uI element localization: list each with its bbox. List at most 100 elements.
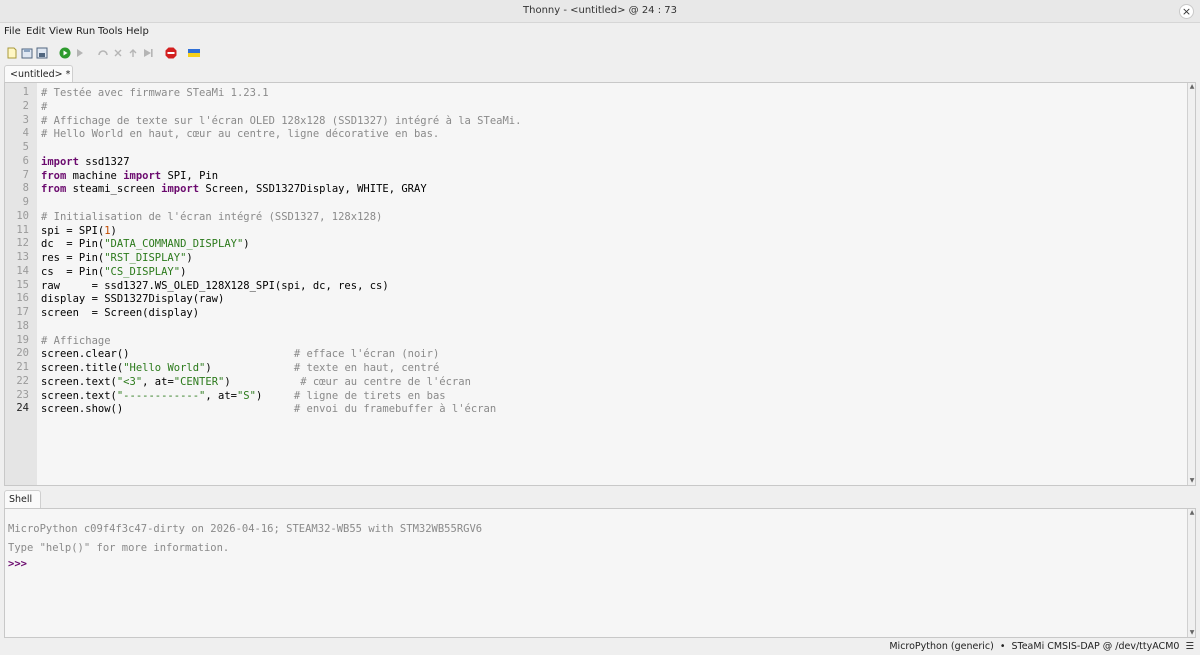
code-keyword: from bbox=[41, 169, 67, 182]
line-number: 8 bbox=[22, 182, 29, 195]
code-text: machine bbox=[66, 169, 124, 182]
code-line[interactable]: raw = ssd1327.WS_OLED_128X128_SPI(spi, d… bbox=[41, 279, 389, 293]
line-number: 22 bbox=[16, 374, 29, 387]
scroll-up-arrow-icon[interactable]: ▲ bbox=[1188, 83, 1195, 91]
code-line[interactable]: display = SSD1327Display(raw) bbox=[41, 292, 224, 306]
code-comment: # ligne de tirets en bas bbox=[293, 389, 446, 402]
code-text: display = SSD1327Display(raw) bbox=[41, 293, 225, 306]
line-number: 19 bbox=[16, 333, 29, 346]
menu-file[interactable]: File bbox=[4, 26, 21, 37]
line-number: 20 bbox=[16, 347, 29, 360]
menu-bar: File Edit View Run Tools Help bbox=[0, 23, 1200, 41]
menu-tools[interactable]: Tools bbox=[98, 26, 123, 37]
line-number: 11 bbox=[16, 223, 29, 236]
code-line[interactable]: cs = Pin("CS_DISPLAY") bbox=[41, 265, 186, 279]
code-keyword: import bbox=[161, 183, 200, 196]
code-text: screen.title( bbox=[41, 362, 124, 374]
menu-view[interactable]: View bbox=[49, 26, 73, 37]
window-title: Thonny - <untitled> @ 24 : 73 bbox=[523, 5, 677, 16]
code-text: cs = Pin( bbox=[41, 265, 105, 278]
code-line[interactable]: # Affichage bbox=[41, 334, 111, 348]
code-line[interactable]: # Initialisation de l'écran intégré (SSD… bbox=[41, 210, 382, 224]
code-keyword: import bbox=[41, 155, 79, 168]
code-text: , at= bbox=[142, 375, 174, 388]
step-out-icon[interactable] bbox=[127, 47, 139, 59]
line-number: 12 bbox=[16, 237, 29, 250]
code-text: ) bbox=[186, 252, 193, 264]
resume-icon[interactable] bbox=[142, 47, 154, 59]
code-line[interactable]: screen.clear() # efface l'écran (noir) bbox=[41, 347, 439, 361]
tab-label: Shell bbox=[9, 494, 33, 505]
code-line[interactable]: screen = Screen(display) bbox=[41, 306, 199, 320]
code-comment: # Affichage bbox=[41, 334, 111, 347]
code-line[interactable]: spi = SPI(1) bbox=[41, 224, 117, 238]
code-line[interactable]: from machine import SPI, Pin bbox=[41, 169, 218, 183]
code-text: ) bbox=[110, 224, 117, 237]
scroll-down-arrow-icon[interactable]: ▼ bbox=[1188, 477, 1195, 485]
code-editor[interactable]: 1 2 3 4 5 6 7 8 9 10 11 12 13 14 15 16 17 18 19 20 21 22 23 24 … bbox=[4, 82, 1196, 486]
code-line[interactable]: # Affichage de texte sur l'écran OLED 12… bbox=[41, 114, 521, 128]
code-text: ) bbox=[243, 238, 250, 251]
line-number-gutter: 1 2 3 4 5 6 7 8 9 10 11 12 13 14 15 16 17 18 19 20 21 22 23 24 bbox=[5, 83, 37, 485]
code-line[interactable]: screen.text("<3", at="CENTER") # cœur au… bbox=[41, 375, 471, 389]
editor-vertical-scrollbar[interactable]: ▲ ▼ bbox=[1187, 83, 1195, 485]
code-line[interactable]: # Testée avec firmware STeaMi 1.23.1 bbox=[41, 86, 269, 100]
ukraine-flag-icon[interactable] bbox=[188, 47, 200, 59]
code-line[interactable]: import ssd1327 bbox=[41, 155, 130, 169]
shell-vertical-scrollbar[interactable]: ▲ ▼ bbox=[1187, 509, 1195, 637]
code-text: screen.clear() bbox=[41, 348, 294, 361]
code-string: "Hello World" bbox=[123, 362, 206, 374]
interpreter-status[interactable]: MicroPython (generic) • STeaMi CMSIS-DAP… bbox=[889, 641, 1194, 652]
scroll-down-arrow-icon[interactable]: ▼ bbox=[1188, 629, 1195, 637]
save-file-icon[interactable] bbox=[36, 47, 48, 59]
line-number: 4 bbox=[22, 127, 29, 140]
code-keyword: from bbox=[41, 183, 67, 196]
close-window-button[interactable]: × bbox=[1179, 4, 1194, 19]
line-number: 3 bbox=[22, 113, 29, 126]
status-bar: MicroPython (generic) • STeaMi CMSIS-DAP… bbox=[0, 640, 1200, 655]
code-line[interactable]: # bbox=[41, 100, 47, 114]
code-line[interactable]: dc = Pin("DATA_COMMAND_DISPLAY") bbox=[41, 237, 250, 251]
code-text: steami_screen bbox=[66, 183, 162, 196]
title-bar: Thonny - <untitled> @ 24 : 73 × bbox=[0, 0, 1200, 23]
debug-icon[interactable] bbox=[74, 47, 86, 59]
stop-icon[interactable] bbox=[165, 47, 177, 59]
line-number: 16 bbox=[16, 292, 29, 305]
line-number: 15 bbox=[16, 278, 29, 291]
menu-help[interactable]: Help bbox=[126, 26, 149, 37]
code-line[interactable]: screen.text("------------", at="S") # li… bbox=[41, 389, 446, 403]
run-icon[interactable] bbox=[59, 47, 71, 59]
code-comment: # Hello World en haut, cœur au centre, l… bbox=[41, 128, 440, 141]
code-text: screen = Screen(display) bbox=[41, 307, 200, 319]
line-number: 1 bbox=[22, 86, 29, 98]
line-number: 14 bbox=[16, 264, 29, 277]
step-over-icon[interactable] bbox=[97, 47, 109, 59]
code-text: screen.show() bbox=[41, 403, 294, 416]
code-line[interactable]: from steami_screen import Screen, SSD132… bbox=[41, 182, 427, 196]
shell-prompt[interactable]: >>> bbox=[8, 558, 27, 570]
code-string: "<3" bbox=[116, 375, 143, 388]
menu-run[interactable]: Run bbox=[76, 26, 95, 37]
line-number: 24 bbox=[16, 402, 29, 415]
toolbar bbox=[0, 42, 1200, 64]
code-text: screen.text( bbox=[41, 389, 117, 402]
code-line[interactable]: screen.show() # envoi du framebuffer à l… bbox=[41, 402, 496, 416]
open-file-icon[interactable] bbox=[21, 47, 33, 59]
code-comment: # texte en haut, centré bbox=[293, 362, 440, 374]
scroll-up-arrow-icon[interactable]: ▲ bbox=[1188, 509, 1195, 517]
code-string: "DATA_COMMAND_DISPLAY" bbox=[104, 238, 244, 251]
menu-edit[interactable]: Edit bbox=[26, 26, 45, 37]
code-line[interactable]: # Hello World en haut, cœur au centre, l… bbox=[41, 127, 439, 141]
code-comment: # bbox=[41, 100, 48, 113]
code-text: ) bbox=[180, 265, 187, 278]
code-line[interactable]: screen.title("Hello World") # texte en h… bbox=[41, 361, 439, 375]
tab-shell[interactable]: Shell bbox=[4, 490, 41, 508]
code-text: Screen, SSD1327Display, WHITE, GRAY bbox=[199, 183, 427, 196]
code-line[interactable]: res = Pin("RST_DISPLAY") bbox=[41, 251, 193, 265]
step-into-icon[interactable] bbox=[112, 47, 124, 59]
code-text: ) bbox=[255, 389, 294, 402]
tab-untitled[interactable]: <untitled> * bbox=[4, 65, 73, 82]
shell-panel[interactable]: MicroPython c09f4f3c47-dirty on 2026-04-… bbox=[4, 508, 1196, 638]
tab-label: <untitled> * bbox=[10, 69, 71, 80]
new-file-icon[interactable] bbox=[6, 47, 18, 59]
